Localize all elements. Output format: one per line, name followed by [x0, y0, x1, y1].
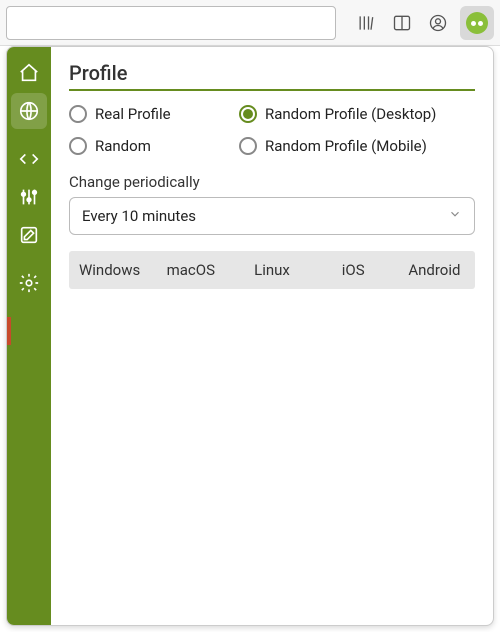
url-bar[interactable]: [6, 6, 336, 40]
extension-popup: Profile Real Profile Random Profile (Des…: [6, 46, 494, 626]
os-tab-android[interactable]: Android: [394, 261, 475, 279]
radio-real-profile[interactable]: Real Profile: [69, 105, 239, 123]
select-value: Every 10 minutes: [82, 207, 196, 225]
radio-icon: [239, 105, 257, 123]
os-tab-ios[interactable]: iOS: [313, 261, 394, 279]
radio-label: Random: [95, 137, 151, 155]
popup-content: Profile Real Profile Random Profile (Des…: [51, 47, 493, 625]
title-rule: [69, 89, 475, 91]
radio-label: Real Profile: [95, 105, 171, 123]
chevron-down-icon: [448, 207, 462, 225]
sidebar-item-sliders[interactable]: [11, 179, 47, 215]
radio-label: Random Profile (Desktop): [265, 105, 436, 123]
sidebar-accent: [7, 317, 11, 345]
section-title: Profile: [69, 61, 475, 85]
periodic-select[interactable]: Every 10 minutes: [69, 197, 475, 235]
sidebar-item-code[interactable]: [11, 141, 47, 177]
account-icon[interactable]: [424, 9, 452, 37]
os-tabs: Windows macOS Linux iOS Android: [69, 251, 475, 289]
os-tab-macos[interactable]: macOS: [150, 261, 231, 279]
radio-random[interactable]: Random: [69, 137, 239, 155]
browser-toolbar: [0, 0, 500, 46]
sidebar-item-home[interactable]: [11, 55, 47, 91]
extension-icon: [466, 12, 488, 34]
library-icon[interactable]: [352, 9, 380, 37]
os-tab-linux[interactable]: Linux: [231, 261, 312, 279]
radio-icon: [69, 137, 87, 155]
radio-icon: [69, 105, 87, 123]
reader-icon[interactable]: [388, 9, 416, 37]
radio-icon: [239, 137, 257, 155]
os-tab-windows[interactable]: Windows: [69, 261, 150, 279]
sidebar-item-edit[interactable]: [11, 217, 47, 253]
sidebar-item-settings[interactable]: [11, 265, 47, 301]
popup-sidebar: [7, 47, 51, 625]
profile-radio-group: Real Profile Random Profile (Desktop) Ra…: [69, 105, 475, 155]
periodic-label: Change periodically: [69, 173, 475, 191]
radio-label: Random Profile (Mobile): [265, 137, 427, 155]
extension-button[interactable]: [460, 6, 494, 40]
sidebar-item-globe[interactable]: [11, 93, 47, 129]
radio-random-desktop[interactable]: Random Profile (Desktop): [239, 105, 475, 123]
radio-random-mobile[interactable]: Random Profile (Mobile): [239, 137, 475, 155]
